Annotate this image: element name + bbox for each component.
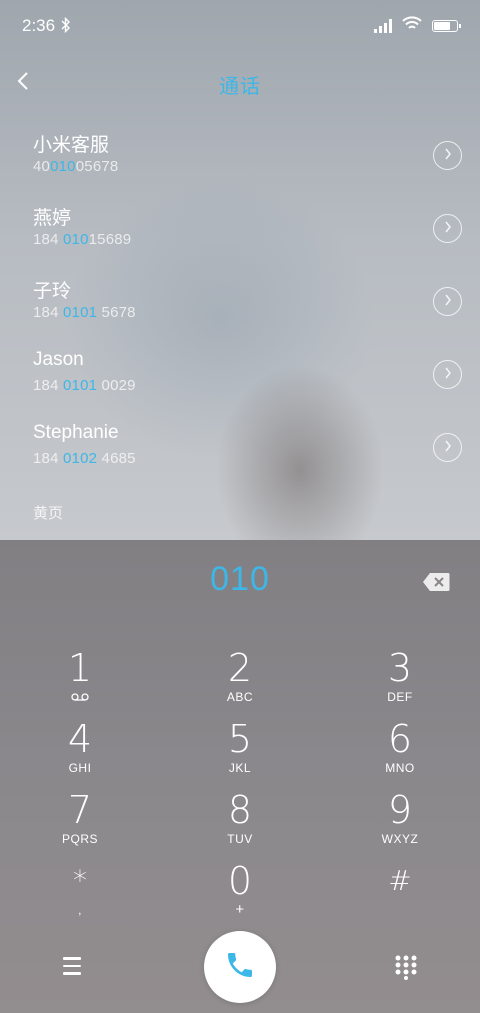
key-digit: 5 bbox=[227, 717, 253, 761]
key-5[interactable]: 5 JKL bbox=[180, 719, 300, 789]
key-letters: GHI bbox=[68, 761, 92, 775]
key-digit: 2 bbox=[227, 646, 253, 690]
dial-number-display: 010 bbox=[210, 560, 270, 598]
backspace-icon bbox=[422, 573, 450, 596]
key-digit: 9 bbox=[387, 788, 413, 832]
contact-detail-button[interactable] bbox=[433, 287, 462, 316]
key-letters: DEF bbox=[387, 690, 413, 704]
key-star[interactable]: * , bbox=[20, 861, 140, 931]
key-hash[interactable]: # bbox=[340, 861, 460, 931]
menu-icon-line bbox=[63, 964, 81, 968]
key-6[interactable]: 6 MNO bbox=[340, 719, 460, 789]
dialpad-toggle-button[interactable] bbox=[394, 954, 418, 980]
key-letters: , bbox=[78, 903, 82, 917]
key-letters: TUV bbox=[227, 832, 253, 846]
phone-icon bbox=[224, 949, 256, 986]
key-letters: PQRS bbox=[61, 832, 98, 846]
key-digit: 8 bbox=[227, 788, 253, 832]
contact-number: 184 0102 4685 bbox=[33, 450, 136, 467]
chevron-right-icon bbox=[444, 439, 452, 457]
backspace-button[interactable] bbox=[422, 572, 450, 592]
key-digit: * bbox=[73, 864, 87, 897]
key-digit: 3 bbox=[387, 646, 413, 690]
chevron-right-icon bbox=[444, 366, 452, 384]
contact-result-row[interactable]: 燕婷 184 01015689 bbox=[0, 191, 480, 264]
key-8[interactable]: 8 TUV bbox=[180, 790, 300, 860]
contact-result-row[interactable]: 子玲 184 0101 5678 bbox=[0, 264, 480, 337]
contact-number: 184 0101 5678 bbox=[33, 304, 136, 321]
signal-icon bbox=[374, 19, 392, 33]
key-1[interactable]: 1 bbox=[20, 648, 140, 718]
contact-result-row[interactable]: Jason 184 0101 0029 bbox=[0, 337, 480, 410]
number-match-highlight: 010 bbox=[63, 231, 89, 248]
status-bar: 2:36 bbox=[0, 0, 480, 52]
key-digit: # bbox=[388, 864, 412, 897]
key-letters: + bbox=[235, 901, 245, 918]
number-match-highlight: 0101 bbox=[63, 304, 98, 321]
key-3[interactable]: 3 DEF bbox=[340, 648, 460, 718]
key-digit: 7 bbox=[67, 788, 93, 832]
contact-detail-button[interactable] bbox=[433, 141, 462, 170]
menu-icon-line bbox=[63, 972, 81, 975]
key-letters: MNO bbox=[385, 761, 415, 775]
contact-number: 184 01015689 bbox=[33, 231, 132, 248]
key-7[interactable]: 7 PQRS bbox=[20, 790, 140, 860]
number-match-highlight: 0102 bbox=[63, 450, 98, 467]
contact-name: 子玲 bbox=[33, 281, 72, 302]
key-letters: JKL bbox=[228, 761, 252, 775]
contact-name: 小米客服 bbox=[33, 135, 110, 156]
contact-detail-button[interactable] bbox=[433, 433, 462, 462]
page-title: 通话 bbox=[219, 76, 261, 98]
chevron-right-icon bbox=[444, 220, 452, 238]
voicemail-icon bbox=[20, 690, 140, 704]
key-digit: 4 bbox=[67, 717, 93, 761]
key-0[interactable]: 0 + bbox=[180, 861, 300, 931]
contact-number: 184 0101 0029 bbox=[33, 377, 136, 394]
chevron-right-icon bbox=[444, 147, 452, 165]
contact-number: 4001005678 bbox=[33, 158, 119, 175]
number-match-highlight: 010 bbox=[50, 158, 76, 175]
key-digit: 6 bbox=[387, 717, 413, 761]
call-button[interactable] bbox=[204, 931, 276, 1003]
key-digit: 1 bbox=[67, 646, 93, 690]
contact-name: 燕婷 bbox=[33, 208, 72, 229]
contact-name: Stephanie bbox=[33, 422, 119, 443]
search-results-list: 小米客服 4001005678 燕婷 184 01015689 子玲 184 0… bbox=[0, 118, 480, 483]
key-2[interactable]: 2 ABC bbox=[180, 648, 300, 718]
dialpad-icon bbox=[394, 955, 418, 984]
key-letters: ABC bbox=[226, 690, 254, 704]
menu-button[interactable] bbox=[58, 952, 86, 980]
contact-result-row[interactable]: Stephanie 184 0102 4685 bbox=[0, 410, 480, 483]
wifi-icon bbox=[402, 16, 422, 36]
contact-detail-button[interactable] bbox=[433, 214, 462, 243]
key-9[interactable]: 9 WXYZ bbox=[340, 790, 460, 860]
contact-result-row[interactable]: 小米客服 4001005678 bbox=[0, 118, 480, 191]
key-digit: 0 bbox=[227, 859, 253, 903]
menu-icon-line bbox=[63, 957, 81, 960]
contact-detail-button[interactable] bbox=[433, 360, 462, 389]
contact-name: Jason bbox=[33, 349, 84, 370]
yellow-pages-link[interactable]: 黄页 bbox=[33, 502, 63, 523]
bluetooth-icon bbox=[61, 16, 71, 36]
status-time: 2:36 bbox=[22, 16, 56, 35]
battery-icon bbox=[432, 20, 461, 32]
number-match-highlight: 0101 bbox=[63, 377, 98, 394]
key-letters: WXYZ bbox=[381, 832, 419, 846]
chevron-right-icon bbox=[444, 293, 452, 311]
key-4[interactable]: 4 GHI bbox=[20, 719, 140, 789]
